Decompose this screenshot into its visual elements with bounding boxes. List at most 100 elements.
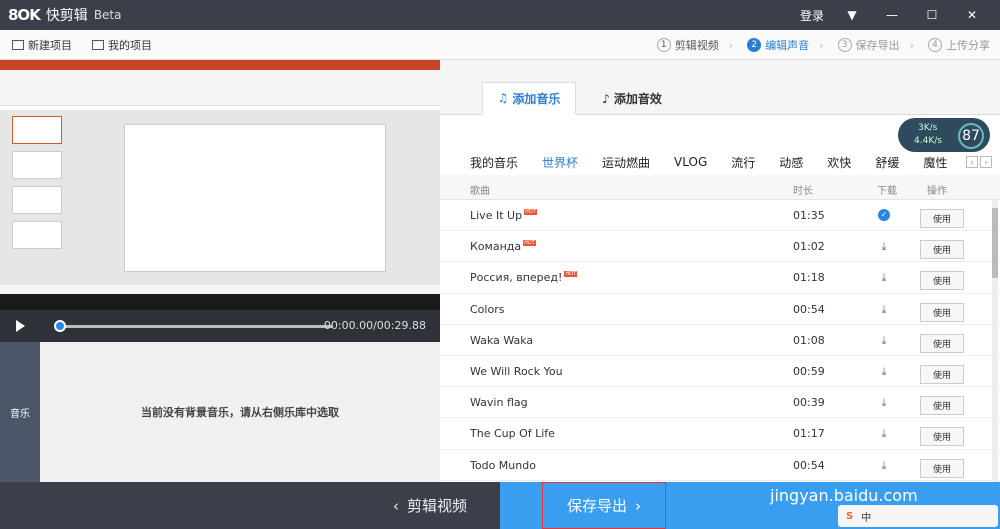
play-icon[interactable] [16,320,25,332]
category-quirky[interactable]: 魔性 [923,154,947,171]
song-row[interactable]: Waka Waka 01:08 ⤓ 使用 [440,325,1000,356]
preview-thumb [12,151,62,179]
menu-icon[interactable]: ▼ [832,8,872,22]
category-tabs: 我的音乐 世界杯 运动燃曲 VLOG 流行 动感 欢快 舒缓 魔性 ‹ › [440,150,1000,174]
close-button[interactable]: ✕ [952,8,992,22]
song-duration: 00:54 [793,302,825,316]
use-button[interactable]: 使用 [920,271,964,291]
use-button[interactable]: 使用 [920,458,964,478]
chevron-right-icon: › [819,38,824,52]
song-title: Wavin flag [470,396,528,410]
progress-track[interactable] [58,325,333,328]
song-duration: 01:35 [793,209,825,222]
category-pop[interactable]: 流行 [731,154,755,171]
column-duration: 时长 [793,186,813,197]
category-dynamic[interactable]: 动感 [779,154,803,171]
use-button[interactable]: 使用 [920,364,964,384]
top-toolbar: 新建项目 我的项目 1 剪辑视频 › 2 编辑声音 › 3 保存导出 › 4 上传分享 [0,30,1000,60]
preview-ribbon-top [0,60,440,70]
song-title: The Cup Of Life [470,427,555,441]
category-my-music[interactable]: 我的音乐 [470,154,518,171]
time-readout: 00:00.00/00:29.88 [323,319,426,332]
app-logo: 8OK 快剪辑 Beta [0,5,122,25]
logo-mark: 8OK [8,6,41,24]
edit-video-button[interactable]: ‹ 剪辑视频 [360,482,500,529]
use-button[interactable]: 使用 [920,209,964,228]
download-icon[interactable]: ⤓ [878,271,890,284]
step-upload-share[interactable]: 4 上传分享 [928,37,990,53]
app-name: 快剪辑 [45,8,88,24]
preview-slide [124,124,386,272]
tab-add-music[interactable]: ♫ 添加音乐 [482,82,576,115]
song-title: Todo Mundo [470,458,536,472]
song-row[interactable]: Colors 00:54 ⤓ 使用 [440,294,1000,325]
song-row[interactable]: The Cup Of Life 01:17 ⤓ 使用 [440,418,1000,450]
downloaded-check-icon[interactable]: ✓ [878,209,890,221]
download-icon[interactable]: ⤓ [878,365,890,378]
network-speed-widget: 3K/s 4.4K/s 87 [898,118,990,152]
music-lane-label: 音乐 [0,342,40,482]
watermark: jingyan.baidu.com [770,486,918,505]
chevron-left-icon[interactable]: ‹ [966,156,978,168]
song-row[interactable]: Команда HOT 01:02 ⤓ 使用 [440,231,1000,263]
song-duration: 00:54 [793,458,825,472]
new-project-button[interactable]: 新建项目 [12,37,72,53]
category-cheerful[interactable]: 欢快 [827,154,851,171]
use-button[interactable]: 使用 [920,302,964,322]
song-title: We Will Rock You [470,364,563,378]
use-button[interactable]: 使用 [920,240,964,260]
song-duration: 00:39 [793,396,825,410]
category-soothing[interactable]: 舒缓 [875,154,899,171]
download-icon[interactable]: ⤓ [878,334,890,347]
song-row[interactable]: Live It Up HOT 01:35 ✓ 使用 [440,200,1000,232]
list-scrollbar[interactable] [992,200,998,482]
player-controls: 00:00.00/00:29.88 [0,310,440,342]
ime-language[interactable]: 中 [861,509,871,524]
download-icon[interactable]: ⤓ [878,396,890,409]
song-duration: 01:17 [793,427,825,441]
category-vlog[interactable]: VLOG [674,155,707,169]
scrollbar-thumb[interactable] [992,208,998,278]
song-row[interactable]: Wavin flag 00:39 ⤓ 使用 [440,387,1000,419]
login-button[interactable]: 登录 [792,7,832,24]
preview-ribbon [0,70,440,106]
maximize-button[interactable]: ☐ [912,8,952,22]
step-cut-video[interactable]: 1 剪辑视频 [656,37,719,53]
category-world-cup[interactable]: 世界杯 [542,154,578,171]
chevron-right-icon[interactable]: › [980,156,992,168]
download-icon[interactable]: ⤓ [878,427,890,440]
step-progress: 1 剪辑视频 › 2 编辑声音 › 3 保存导出 › 4 上传分享 [643,30,990,60]
download-icon[interactable]: ⤓ [878,459,890,472]
ime-toolbar: S 中 [838,505,998,527]
use-button[interactable]: 使用 [920,427,964,447]
new-project-label: 新建项目 [28,38,72,52]
step-save-export[interactable]: 3 保存导出 [837,37,900,53]
music-lane: 音乐 当前没有背景音乐，请从右侧乐库中选取 [0,342,440,482]
preview-thumb [12,116,62,144]
song-row[interactable]: Todo Mundo 00:54 ⤓ 使用 [440,450,1000,481]
song-row[interactable]: We Will Rock You 00:59 ⤓ 使用 [440,356,1000,388]
progress-knob[interactable] [54,320,66,332]
save-export-button[interactable]: 保存导出 › [542,482,666,529]
song-title: Waka Waka [470,333,534,347]
use-button[interactable]: 使用 [920,396,964,416]
new-project-icon [12,39,24,50]
use-button[interactable]: 使用 [920,333,964,353]
sound-effect-icon: ♪ [602,91,610,106]
song-title: Команда HOT [470,240,536,254]
upload-rate: 3K/s [918,123,938,133]
hot-badge: HOT [524,209,537,215]
hot-badge: HOT [523,240,536,247]
my-projects-button[interactable]: 我的项目 [92,37,152,53]
chevron-left-icon: ‹ [392,496,399,515]
music-note-icon: ♫ [497,91,509,105]
minimize-button[interactable]: — [872,8,912,22]
tab-add-effects[interactable]: ♪ 添加音效 [592,82,672,115]
song-duration: 01:18 [793,271,825,285]
download-icon[interactable]: ⤓ [878,303,890,316]
song-table-header: 歌曲 时长 下载 操作 [440,175,1000,200]
song-row[interactable]: Россия, вперед! HOT 01:18 ⤓ 使用 [440,262,1000,294]
step-edit-audio[interactable]: 2 编辑声音 [747,37,809,53]
category-sports[interactable]: 运动燃曲 [602,154,650,171]
download-icon[interactable]: ⤓ [878,240,890,253]
